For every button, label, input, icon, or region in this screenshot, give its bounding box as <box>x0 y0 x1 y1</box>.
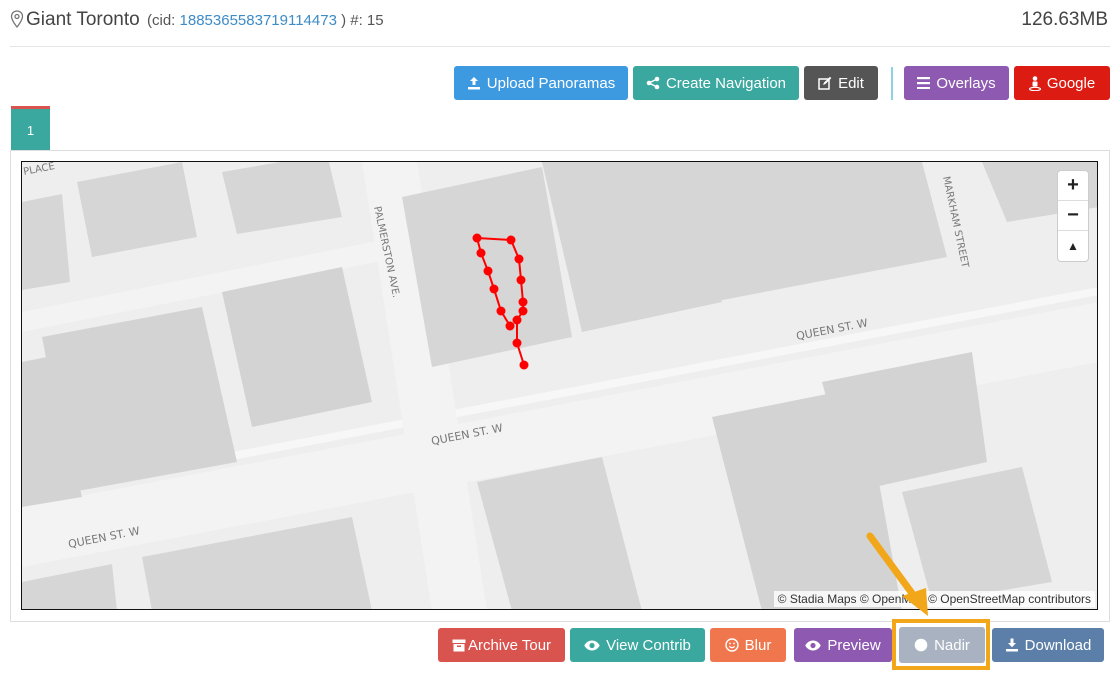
route-point[interactable] <box>496 306 506 316</box>
view-contrib-button[interactable]: View Contrib <box>570 628 705 662</box>
reset-north-button[interactable]: ▲ <box>1058 231 1088 261</box>
upload-icon <box>467 77 480 90</box>
route-point[interactable] <box>476 248 486 258</box>
route-point[interactable] <box>512 315 522 325</box>
route-point[interactable] <box>505 321 515 331</box>
archive-tour-label: Archive Tour <box>467 636 552 654</box>
blur-label: Blur <box>744 636 772 654</box>
route-point[interactable] <box>519 360 529 370</box>
eye-icon <box>584 640 600 650</box>
pointer-arrow-icon <box>866 532 928 616</box>
zoom-out-button[interactable]: − <box>1058 201 1088 231</box>
route-point[interactable] <box>518 306 528 316</box>
route-point[interactable] <box>489 284 499 294</box>
street-view-icon <box>1028 75 1041 91</box>
route-point[interactable] <box>514 254 524 264</box>
route-point[interactable] <box>472 233 482 243</box>
archive-tour-button[interactable]: Archive Tour <box>438 628 565 662</box>
blur-button[interactable]: Blur <box>710 628 786 662</box>
route-point[interactable] <box>512 338 522 348</box>
cid-suffix: ) #: 15 <box>336 12 384 29</box>
nadir-highlight-box <box>892 619 990 670</box>
google-label: Google <box>1046 74 1096 92</box>
overlays-button[interactable]: Overlays <box>904 66 1009 100</box>
cid-link[interactable]: 1885365583719114473 <box>180 12 337 29</box>
share-icon <box>646 76 660 90</box>
map-view[interactable]: QUEEN ST. W QUEEN ST. W QUEEN ST. W PALM… <box>21 161 1098 610</box>
smiley-icon <box>724 638 739 652</box>
overlays-label: Overlays <box>936 74 996 92</box>
download-button[interactable]: Download <box>992 628 1104 662</box>
cid-prefix: (cid: <box>147 12 180 29</box>
toolbar-divider <box>891 67 893 100</box>
create-navigation-button[interactable]: Create Navigation <box>633 66 799 100</box>
archive-icon <box>452 639 466 651</box>
edit-icon <box>818 76 832 90</box>
route-point[interactable] <box>518 297 528 307</box>
tab-1-label: 1 <box>26 122 35 138</box>
zoom-in-button[interactable]: + <box>1058 171 1088 201</box>
tour-size: 126.63MB <box>1021 9 1108 30</box>
route-point[interactable] <box>506 235 516 245</box>
map-zoom-control: + − ▲ <box>1057 170 1089 262</box>
upload-panoramas-button[interactable]: Upload Panoramas <box>454 66 628 100</box>
compass-icon: ▲ <box>1067 239 1079 253</box>
map-pin-icon <box>10 10 24 28</box>
map-tiles: QUEEN ST. W QUEEN ST. W QUEEN ST. W PALM… <box>22 162 1097 609</box>
edit-button[interactable]: Edit <box>804 66 878 100</box>
cid-info: (cid: 1885365583719114473 ) #: 15 <box>147 12 384 29</box>
download-label: Download <box>1024 636 1092 654</box>
bars-icon <box>917 77 931 89</box>
create-navigation-label: Create Navigation <box>665 74 787 92</box>
download-icon <box>1005 638 1018 652</box>
edit-label: Edit <box>838 74 864 92</box>
preview-label: Preview <box>827 636 881 654</box>
page-title: Giant Toronto <box>26 9 140 30</box>
page-header: Giant Toronto (cid: 1885365583719114473 … <box>10 0 1110 47</box>
eye-icon <box>805 640 822 650</box>
google-button[interactable]: Google <box>1014 66 1110 100</box>
route-point[interactable] <box>516 275 526 285</box>
view-contrib-label: View Contrib <box>606 636 691 654</box>
preview-button[interactable]: Preview <box>794 628 892 662</box>
upload-panoramas-label: Upload Panoramas <box>486 74 616 92</box>
tab-1[interactable]: 1 <box>11 106 50 151</box>
route-point[interactable] <box>483 266 493 276</box>
